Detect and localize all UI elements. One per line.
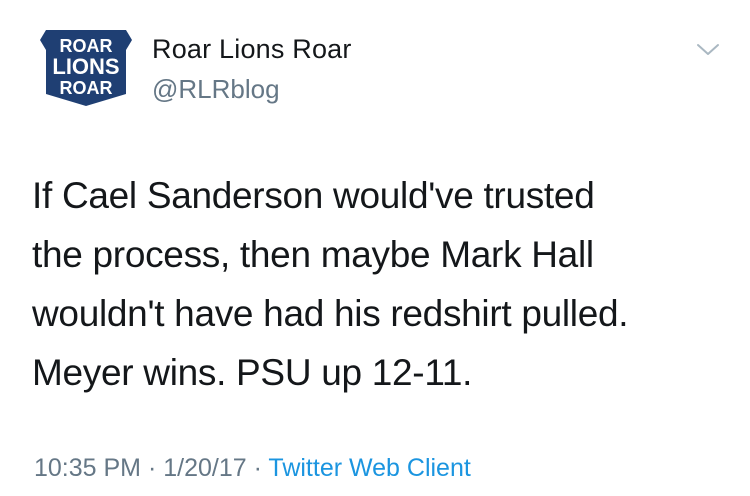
chevron-down-icon[interactable] [696,40,720,60]
tweet-date[interactable]: 1/20/17 [163,454,246,482]
tweet-line: Meyer wins. PSU up 12-11. [32,352,473,393]
logo-text-middle: LIONS [52,54,119,79]
tweet-metadata: 10:35 PM · 1/20/17 · Twitter Web Client [34,454,471,483]
tweet-time[interactable]: 10:35 PM [34,454,141,482]
tweet-line: the process, then maybe Mark Hall [32,234,594,275]
logo-text-bottom: ROAR [60,78,113,98]
tweet-text: If Cael Sanderson would've trusted the p… [32,166,722,402]
meta-separator: · [141,454,164,482]
avatar[interactable]: ROAR LIONS ROAR [40,30,132,106]
roar-lions-roar-logo: ROAR LIONS ROAR [40,30,132,106]
display-name[interactable]: Roar Lions Roar [152,34,352,65]
logo-text-top: ROAR [60,36,113,56]
meta-separator: · [246,454,269,482]
user-handle[interactable]: @RLRblog [152,74,280,105]
tweet-client-link[interactable]: Twitter Web Client [268,454,470,482]
tweet-line: If Cael Sanderson would've trusted [32,175,595,216]
tweet-line: wouldn't have had his redshirt pulled. [32,293,629,334]
